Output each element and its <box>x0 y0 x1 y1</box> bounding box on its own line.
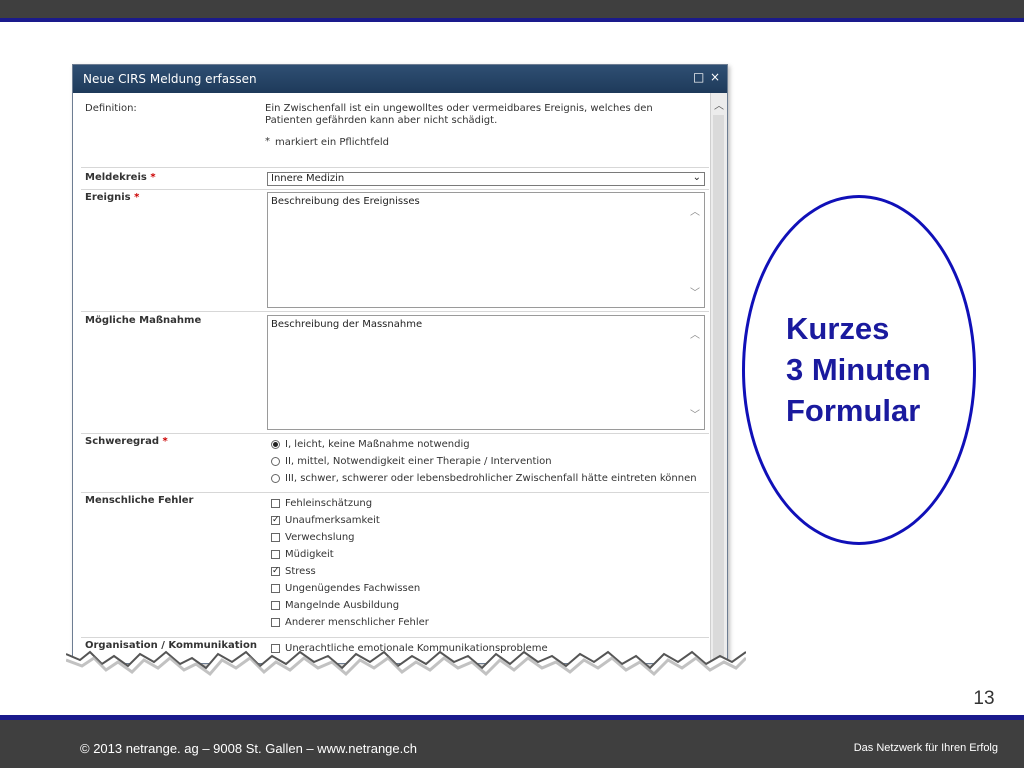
schweregrad-row: Schweregrad * I, leicht, keine Maßnahme … <box>81 433 709 493</box>
meldekreis-select[interactable]: Innere Medizin ⌄ <box>267 172 705 186</box>
checkbox[interactable] <box>271 618 280 627</box>
option-label: I, leicht, keine Maßnahme notwendig <box>285 439 470 450</box>
meldekreis-label: Meldekreis * <box>85 172 156 183</box>
top-bar <box>0 0 1024 18</box>
footer-tagline: Das Netzwerk für Ihren Erfolg <box>853 742 998 754</box>
maximize-icon[interactable]: □ <box>693 70 704 84</box>
ereignis-textarea[interactable]: Beschreibung des Ereignisses ︿ ﹀ <box>267 192 705 308</box>
ereignis-row: Ereignis * Beschreibung des Ereignisses … <box>81 189 709 312</box>
page-number: 13 <box>973 688 995 709</box>
cirs-dialog: Neue CIRS Meldung erfassen □ × ︿ Definit… <box>72 64 728 664</box>
footer: © 2013 netrange. ag – 9008 St. Gallen – … <box>0 720 1024 768</box>
chevron-down-icon[interactable]: ⌄ <box>693 172 701 183</box>
top-accent-line <box>0 18 1024 22</box>
checkbox[interactable] <box>271 533 280 542</box>
checkbox[interactable] <box>271 550 280 559</box>
scroll-up-icon[interactable]: ︿ <box>690 203 700 218</box>
meldekreis-row: Meldekreis * Innere Medizin ⌄ <box>81 167 709 190</box>
dialog-title: Neue CIRS Meldung erfassen <box>83 72 257 86</box>
schweregrad-label: Schweregrad * <box>85 436 168 447</box>
dialog-scrollbar[interactable]: ︿ <box>710 93 727 663</box>
footer-copyright: © 2013 netrange. ag – 9008 St. Gallen – … <box>80 741 417 756</box>
option-label: Stress <box>285 566 316 577</box>
checkbox[interactable] <box>271 601 280 610</box>
menschliche-fehler-row: Menschliche Fehler Fehleinschätzung ✓ Una… <box>81 492 709 638</box>
checkbox[interactable] <box>271 584 280 593</box>
option-label: Fehleinschätzung <box>285 498 373 509</box>
definition-row: Definition: Ein Zwischenfall ist ein ung… <box>81 93 709 167</box>
scrollbar-thumb[interactable] <box>713 115 724 663</box>
ereignis-value: Beschreibung des Ereignisses <box>271 196 420 207</box>
massnahme-value: Beschreibung der Massnahme <box>271 319 423 330</box>
annotation-line2: 3 Minuten <box>786 352 931 387</box>
option-label: Unaufmerksamkeit <box>285 515 380 526</box>
option-label: III, schwer, schwerer oder lebensbedrohl… <box>285 473 697 484</box>
scroll-up-icon[interactable]: ︿ <box>714 97 724 112</box>
checkbox-checked[interactable]: ✓ <box>271 516 280 525</box>
annotation-line3: Formular <box>786 393 921 428</box>
radio-button[interactable] <box>271 440 280 449</box>
scroll-down-icon[interactable]: ﹀ <box>690 284 700 299</box>
radio-button[interactable] <box>271 457 280 466</box>
radio-button[interactable] <box>271 474 280 483</box>
option-label: Müdigkeit <box>285 549 334 560</box>
massnahme-label: Mögliche Maßnahme <box>85 315 202 326</box>
required-note: markiert ein Pflichtfeld <box>275 137 390 148</box>
close-icon[interactable]: × <box>710 70 720 84</box>
meldekreis-value: Innere Medizin <box>271 173 345 184</box>
checkbox[interactable] <box>271 499 280 508</box>
required-marker: * <box>265 136 270 147</box>
massnahme-row: Mögliche Maßnahme Beschreibung der Massn… <box>81 311 709 434</box>
definition-text-line1: Ein Zwischenfall ist ein ungewolltes ode… <box>265 103 653 114</box>
checkbox-checked[interactable]: ✓ <box>271 567 280 576</box>
option-label: Ungenügendes Fachwissen <box>285 583 421 594</box>
ereignis-label: Ereignis * <box>85 192 140 203</box>
scroll-up-icon[interactable]: ︿ <box>690 326 700 341</box>
annotation-line1: Kurzes <box>786 311 890 346</box>
definition-label: Definition: <box>85 103 137 114</box>
option-label: Verwechslung <box>285 532 355 543</box>
option-label: Anderer menschlicher Fehler <box>285 617 429 628</box>
definition-text-line2: Patienten gefährden kann aber nicht schä… <box>265 115 498 126</box>
annotation-text: Kurzes 3 Minuten Formular <box>786 308 931 431</box>
dialog-titlebar: Neue CIRS Meldung erfassen □ × <box>73 65 727 93</box>
option-label: Mangelnde Ausbildung <box>285 600 400 611</box>
massnahme-textarea[interactable]: Beschreibung der Massnahme ︿ ﹀ <box>267 315 705 430</box>
scroll-down-icon[interactable]: ﹀ <box>690 406 700 421</box>
menschliche-fehler-label: Menschliche Fehler <box>85 495 194 506</box>
option-label: II, mittel, Notwendigkeit einer Therapie… <box>285 456 552 467</box>
torn-edge <box>66 650 746 690</box>
